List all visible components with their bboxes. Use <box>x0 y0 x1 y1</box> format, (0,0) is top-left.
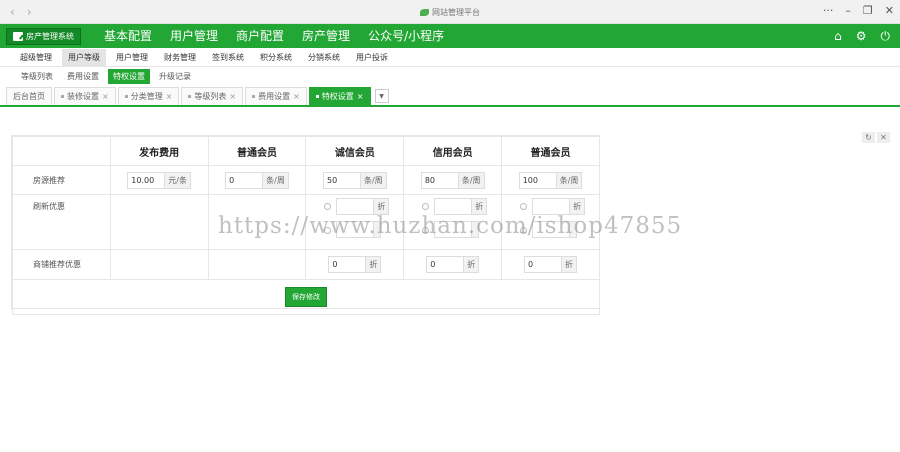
page-tabs: 后台首页 装修设置 × 分类管理 × 等级列表 × 费用设置 × 特权设置 × ▼ <box>0 87 900 107</box>
power-icon[interactable]: ⏻ <box>881 29 891 44</box>
forward-icon[interactable]: › <box>27 5 32 19</box>
tab-fees[interactable]: 费用设置 × <box>245 87 307 105</box>
sub-menu: 超级管理 用户等级 用户管理 财务管理 签到系统 积分系统 分销系统 用户投诉 <box>0 48 900 67</box>
promo-normal-input[interactable]: 0折 <box>524 256 578 273</box>
sub-menu2-item[interactable]: 等级列表 <box>16 69 58 84</box>
restore-icon[interactable]: ❐ <box>863 4 873 17</box>
save-button[interactable]: 保存修改 <box>285 287 327 307</box>
refresh-icon[interactable]: ↻ <box>862 132 875 143</box>
grid-header: 诚信会员 <box>305 136 405 166</box>
top-menu-item[interactable]: 房产管理 <box>293 24 359 48</box>
tab-dot-icon <box>124 95 128 98</box>
sub-menu-item[interactable]: 财务管理 <box>158 49 202 66</box>
minimize-icon[interactable]: – <box>845 4 851 17</box>
sub-menu-item[interactable]: 超级管理 <box>14 49 58 66</box>
brand[interactable]: 房产管理系统 <box>6 27 81 45</box>
home-icon[interactable]: ⌂ <box>834 29 842 44</box>
rent-trust-input[interactable]: 50 条/周 <box>322 171 387 189</box>
rent-normal2-input[interactable]: 100 条/周 <box>518 171 583 189</box>
chevron-down-icon[interactable]: ▼ <box>374 89 389 103</box>
app-logo-icon <box>420 9 429 16</box>
tab-category[interactable]: 分类管理 × <box>117 87 180 105</box>
back-icon[interactable]: ‹ <box>10 5 15 19</box>
sub-menu-item[interactable]: 用户等级 <box>62 48 106 66</box>
grid-header: 发布费用 <box>109 136 209 166</box>
close-window-icon[interactable]: ✕ <box>885 4 894 17</box>
gear-icon[interactable]: ⚙ <box>856 29 867 44</box>
top-menu-item[interactable]: 公众号/小程序 <box>359 24 453 48</box>
discount-radio[interactable] <box>422 203 430 210</box>
tab-dot-icon <box>252 95 256 98</box>
more-icon[interactable]: ··· <box>823 4 834 17</box>
rent-fee-input[interactable]: 10.00 元/条 <box>127 171 191 189</box>
discount-radio[interactable] <box>324 203 332 210</box>
tab-dot-icon <box>61 95 64 98</box>
sub-menu-item[interactable]: 分销系统 <box>302 49 346 66</box>
close-icon[interactable]: × <box>166 92 173 101</box>
tab-home[interactable]: 后台首页 <box>6 87 52 105</box>
tab-decor[interactable]: 装修设置 × <box>54 87 116 105</box>
sub-menu2-item[interactable]: 升级记录 <box>154 69 196 84</box>
close-panel-icon[interactable]: ✕ <box>877 132 890 143</box>
sub-menu-item[interactable]: 签到系统 <box>206 49 250 66</box>
row-label: 房源推荐 <box>12 165 111 195</box>
tab-dot-icon <box>188 95 192 98</box>
rent-normal-input[interactable]: 0 条/周 <box>225 171 289 189</box>
top-menu-item[interactable]: 商户配置 <box>227 24 293 48</box>
row-label: 刷新优惠 <box>12 194 111 250</box>
top-menu-item[interactable]: 基本配置 <box>95 24 161 48</box>
close-icon[interactable]: × <box>357 92 364 101</box>
close-icon[interactable]: × <box>102 92 109 101</box>
sub-menu-item[interactable]: 积分系统 <box>254 49 298 66</box>
tab-privileges[interactable]: 特权设置 × <box>308 87 371 105</box>
sub-menu-2: 等级列表 费用设置 特权设置 升级记录 <box>0 67 900 86</box>
sub-menu2-item[interactable]: 费用设置 <box>62 69 104 84</box>
grid-header: 普通会员 <box>501 136 600 166</box>
sub-menu2-item[interactable]: 特权设置 <box>108 69 150 84</box>
window-titlebar: ‹ › 网站管理平台 ··· – ❐ ✕ <box>0 0 900 24</box>
tab-dot-icon <box>315 95 319 98</box>
grid-header: 信用会员 <box>403 136 503 166</box>
discount-radio[interactable] <box>520 203 528 210</box>
close-icon[interactable]: × <box>229 92 236 101</box>
edit-icon <box>13 31 23 41</box>
panel-tools: ↻ ✕ <box>862 132 890 143</box>
top-nav: 房产管理系统 基本配置 用户管理 商户配置 房产管理 公众号/小程序 ⌂ ⚙ ⏻ <box>0 24 900 48</box>
promo-credit-input[interactable]: 0折 <box>426 256 480 273</box>
top-menu-item[interactable]: 用户管理 <box>161 24 227 48</box>
close-icon[interactable]: × <box>293 92 300 101</box>
window-title: 网站管理平台 <box>0 7 900 18</box>
grid-header: 普通会员 <box>207 136 307 166</box>
promo-trust-input[interactable]: 0折 <box>328 256 382 273</box>
grid-header <box>12 136 111 166</box>
watermark: https://www.huzhan.com/ishop47855 <box>218 213 683 239</box>
sub-menu-item[interactable]: 用户投诉 <box>350 49 394 66</box>
rent-credit-input[interactable]: 80 条/周 <box>420 171 485 189</box>
top-menu: 基本配置 用户管理 商户配置 房产管理 公众号/小程序 <box>95 24 453 48</box>
row-label: 商铺推荐优惠 <box>12 249 111 280</box>
sub-menu-item[interactable]: 用户管理 <box>110 49 154 66</box>
tab-levels[interactable]: 等级列表 × <box>181 87 244 105</box>
